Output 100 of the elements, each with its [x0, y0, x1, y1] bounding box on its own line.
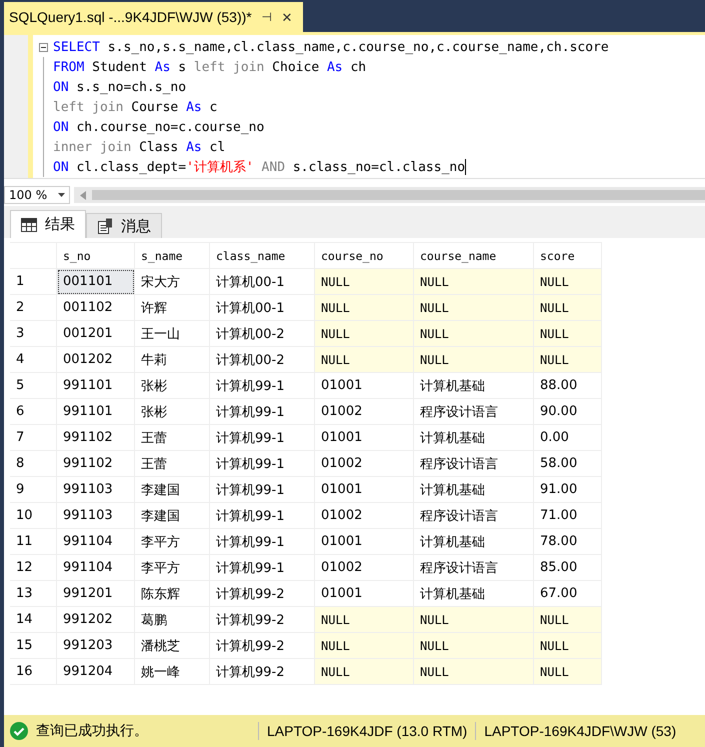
table-cell: NULL [534, 268, 602, 294]
table-cell: 991104 [56, 528, 134, 554]
table-cell: 01001 [314, 476, 414, 502]
table-cell: 葛鹏 [134, 606, 210, 632]
column-header[interactable]: s_no [56, 242, 134, 268]
table-cell: 01001 [314, 528, 414, 554]
table-cell: NULL [414, 268, 534, 294]
table-cell: NULL [534, 658, 602, 684]
code-line: left join Course As c [53, 100, 218, 114]
table-cell: NULL [414, 294, 534, 320]
document-title: SQLQuery1.sql -...9K4JDF\WJW (53))* [9, 9, 252, 25]
status-message: 查询已成功执行。 [36, 722, 148, 740]
table-cell: NULL [314, 658, 414, 684]
code-line: FROM Student As s left join Choice As ch [53, 60, 366, 74]
table-cell: 姚一峰 [134, 658, 210, 684]
table-cell: 计算机99-2 [210, 606, 314, 632]
table-cell: 陈东辉 [134, 580, 210, 606]
table-cell: 90.00 [534, 398, 602, 424]
table-cell: 91.00 [534, 476, 602, 502]
table-cell: 71.00 [534, 502, 602, 528]
code-line: SELECT s.s_no,s.s_name,cl.class_name,c.course_no,c.course_name,ch.score [53, 40, 609, 54]
table-cell: 01001 [314, 372, 414, 398]
column-header[interactable]: course_no [314, 242, 414, 268]
table-cell: 991204 [56, 658, 134, 684]
table-cell: 计算机99-1 [210, 476, 314, 502]
table-cell: 王一山 [134, 320, 210, 346]
table-cell: NULL [414, 632, 534, 658]
column-header[interactable]: score [534, 242, 602, 268]
table-cell: 李平方 [134, 528, 210, 554]
zoom-dropdown[interactable]: 100 % [4, 186, 70, 204]
table-cell: 程序设计语言 [414, 554, 534, 580]
table-cell: NULL [534, 320, 602, 346]
table-cell: NULL [414, 320, 534, 346]
table-cell: 计算机99-1 [210, 372, 314, 398]
code-editor[interactable] [4, 32, 705, 178]
table-cell: 991104 [56, 554, 134, 580]
table-cell: 991101 [56, 372, 134, 398]
table-cell: 01002 [314, 502, 414, 528]
code-line: ON s.s_no=ch.s_no [53, 80, 186, 94]
table-cell: 程序设计语言 [414, 450, 534, 476]
table-cell: 计算机99-2 [210, 658, 314, 684]
server-info: LAPTOP-169K4JDF (13.0 RTM) [267, 723, 468, 739]
column-header[interactable]: s_name [134, 242, 210, 268]
table-cell: 计算机99-1 [210, 450, 314, 476]
row-number: 3 [10, 320, 56, 346]
table-cell: 李平方 [134, 554, 210, 580]
table-cell: 计算机00-1 [210, 268, 314, 294]
table-cell: 991102 [56, 424, 134, 450]
table-cell: 潘桃芝 [134, 632, 210, 658]
scroll-left-icon[interactable] [80, 190, 86, 200]
table-cell: 001102 [56, 294, 134, 320]
table-cell: 李建国 [134, 476, 210, 502]
table-cell: 计算机99-1 [210, 398, 314, 424]
table-cell: 牛莉 [134, 346, 210, 372]
table-cell: 991202 [56, 606, 134, 632]
document-tab[interactable]: SQLQuery1.sql -...9K4JDF\WJW (53))* ⊣ ✕ [4, 2, 303, 32]
close-icon[interactable]: ✕ [282, 10, 293, 24]
table-cell: 85.00 [534, 554, 602, 580]
row-number: 4 [10, 346, 56, 372]
table-cell: NULL [314, 320, 414, 346]
row-number: 14 [10, 606, 56, 632]
table-cell: 991203 [56, 632, 134, 658]
code-line: ON ch.course_no=c.course_no [53, 120, 264, 134]
table-cell: NULL [534, 294, 602, 320]
code-line: ON cl.class_dept='计算机系' AND s.class_no=cl.class_no [53, 159, 466, 176]
table-cell: 计算机99-1 [210, 554, 314, 580]
table-cell: NULL [414, 606, 534, 632]
caret-icon [58, 193, 65, 197]
table-cell: 王蕾 [134, 450, 210, 476]
row-number: 15 [10, 632, 56, 658]
pin-icon[interactable]: ⊣ [262, 10, 272, 24]
row-number: 2 [10, 294, 56, 320]
table-cell: 991103 [56, 476, 134, 502]
table-cell: 001202 [56, 346, 134, 372]
table-cell: 991103 [56, 502, 134, 528]
table-cell: 001201 [56, 320, 134, 346]
table-cell: 88.00 [534, 372, 602, 398]
table-cell: NULL [314, 268, 414, 294]
horizontal-scrollbar[interactable] [74, 187, 705, 203]
table-cell: 01002 [314, 450, 414, 476]
row-number: 9 [10, 476, 56, 502]
table-cell: 计算机99-1 [210, 424, 314, 450]
document-icon [97, 218, 113, 234]
column-header[interactable]: course_name [414, 242, 534, 268]
row-number: 11 [10, 528, 56, 554]
table-cell: 58.00 [534, 450, 602, 476]
table-cell: 0.00 [534, 424, 602, 450]
table-cell: 计算机基础 [414, 424, 534, 450]
row-number: 7 [10, 424, 56, 450]
table-cell: 01001 [314, 424, 414, 450]
table-cell: NULL [314, 632, 414, 658]
results-tab[interactable]: 消息 [86, 213, 162, 238]
table-cell: 计算机00-1 [210, 294, 314, 320]
table-cell: NULL [534, 346, 602, 372]
results-tab[interactable]: 结果 [10, 210, 86, 238]
row-number: 13 [10, 580, 56, 606]
column-header[interactable]: class_name [210, 242, 314, 268]
table-cell: 计算机99-2 [210, 580, 314, 606]
table-cell: 计算机99-1 [210, 502, 314, 528]
table-cell: NULL [314, 606, 414, 632]
